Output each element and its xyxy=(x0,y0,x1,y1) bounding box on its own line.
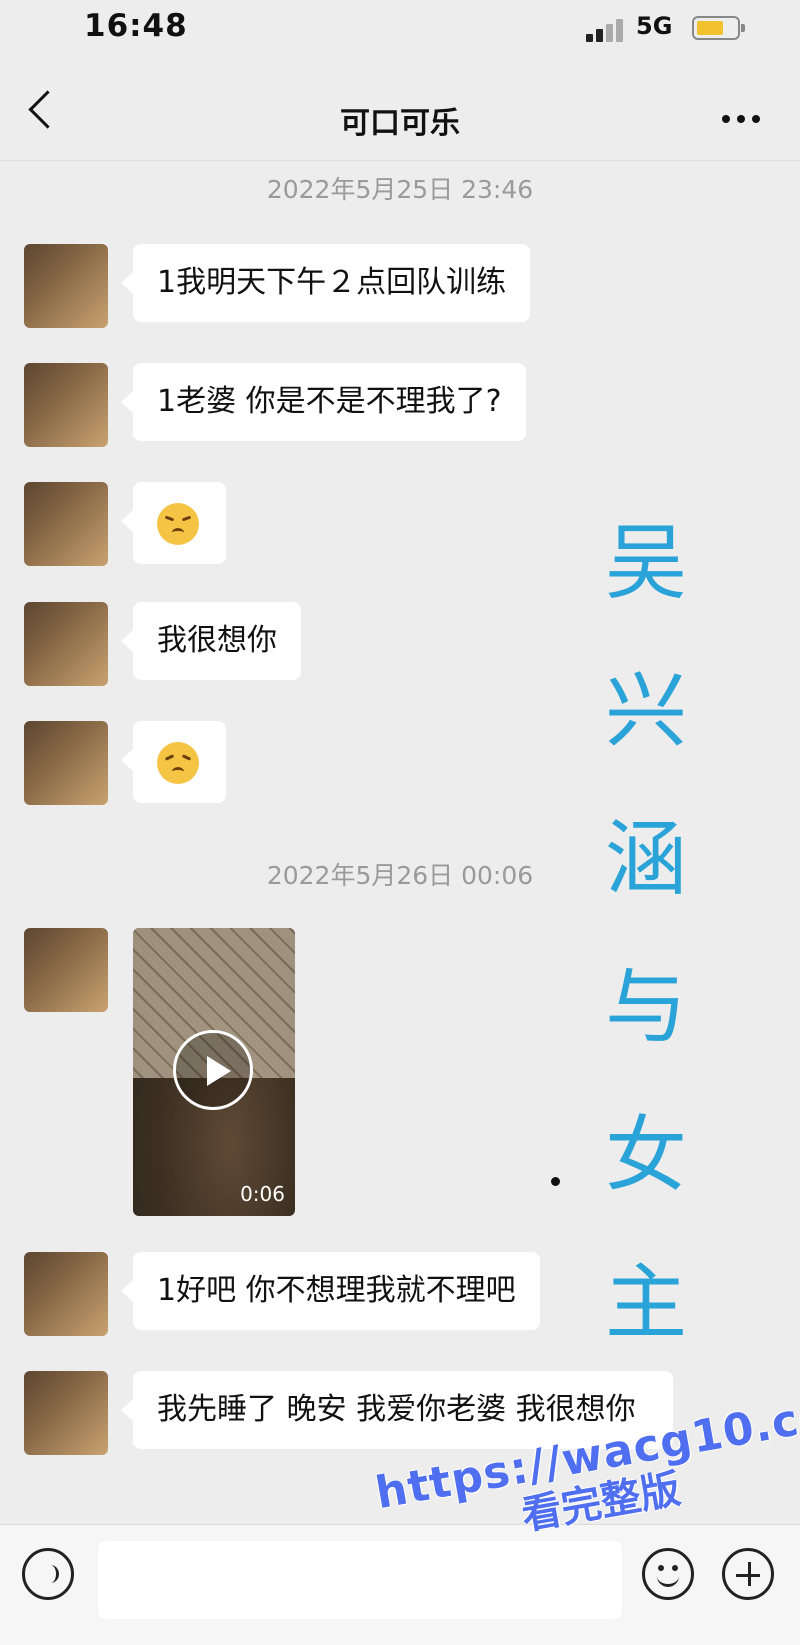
message-timestamp: 2022年5月25日 23:46 xyxy=(266,175,534,204)
contact-avatar[interactable] xyxy=(24,928,108,1012)
message-bubble[interactable]: 1我明天下午２点回队训练 xyxy=(120,244,531,322)
more-options-icon[interactable] xyxy=(722,115,760,123)
status-time: 16:48 xyxy=(84,8,188,44)
overlay-char: 吴 xyxy=(604,516,687,611)
crying-face-icon xyxy=(157,741,199,784)
message-bubble[interactable]: 1好吧 你不想理我就不理吧 xyxy=(121,1252,540,1330)
video-duration: 0:06 xyxy=(240,1182,285,1206)
emoji-picker-icon[interactable] xyxy=(642,1548,694,1600)
battery-icon xyxy=(692,16,745,40)
message-input[interactable] xyxy=(98,1541,622,1619)
message-bubble[interactable]: 我很想你 xyxy=(121,602,301,680)
chat-title: 可口可乐 xyxy=(340,106,460,141)
decorative-dot xyxy=(551,1177,560,1186)
chat-header: 可口可乐 xyxy=(0,60,800,161)
status-bar: 16:48 5G xyxy=(0,0,800,60)
contact-avatar[interactable] xyxy=(24,482,108,566)
play-icon[interactable] xyxy=(173,1030,253,1110)
emoji-message[interactable] xyxy=(121,482,226,564)
overlay-char: 主 xyxy=(604,1256,687,1351)
contact-avatar[interactable] xyxy=(24,244,108,328)
emoji-message[interactable] xyxy=(121,721,226,803)
contact-avatar[interactable] xyxy=(24,363,108,447)
contact-avatar[interactable] xyxy=(24,1371,108,1455)
video-message[interactable]: 0:06 xyxy=(133,928,295,1216)
plus-icon[interactable] xyxy=(722,1548,774,1600)
overlay-char: 兴 xyxy=(604,664,687,759)
voice-input-icon[interactable] xyxy=(22,1548,74,1600)
overlay-char: 涵 xyxy=(604,812,687,907)
overlay-char: 与 xyxy=(604,960,687,1055)
overlay-caption: 吴 兴 涵 与 女 主 xyxy=(596,490,696,1378)
contact-avatar[interactable] xyxy=(24,602,108,686)
network-type: 5G xyxy=(636,12,673,40)
worried-face-icon xyxy=(157,502,199,545)
overlay-char: 女 xyxy=(604,1108,687,1203)
contact-avatar[interactable] xyxy=(24,1252,108,1336)
signal-icon xyxy=(586,18,626,42)
message-bubble[interactable]: 1老婆 你是不是不理我了? xyxy=(121,363,526,441)
contact-avatar[interactable] xyxy=(24,721,108,805)
